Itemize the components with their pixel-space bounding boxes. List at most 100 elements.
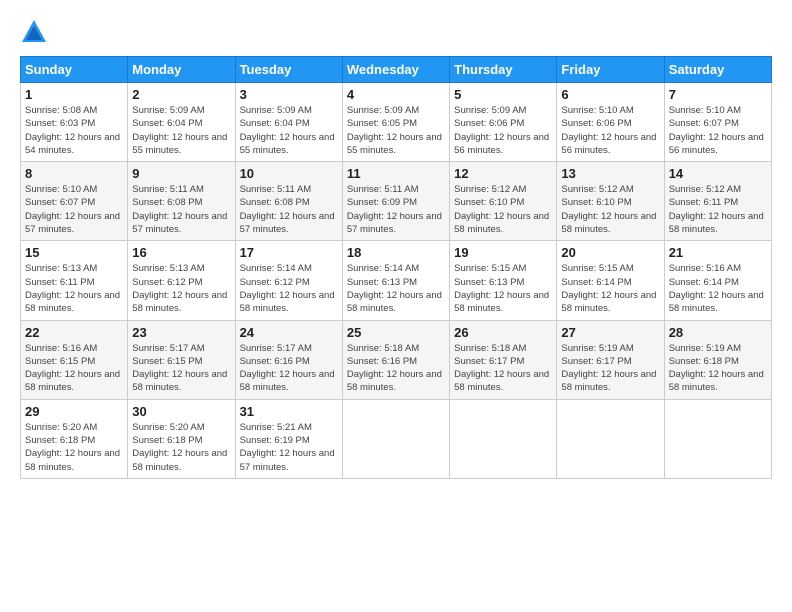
- day-number: 13: [561, 166, 659, 181]
- day-header-thursday: Thursday: [450, 57, 557, 83]
- day-info: Sunrise: 5:12 AMSunset: 6:11 PMDaylight:…: [669, 184, 764, 235]
- day-number: 21: [669, 245, 767, 260]
- day-cell: 17 Sunrise: 5:14 AMSunset: 6:12 PMDaylig…: [235, 241, 342, 320]
- day-info: Sunrise: 5:20 AMSunset: 6:18 PMDaylight:…: [132, 422, 227, 473]
- day-info: Sunrise: 5:19 AMSunset: 6:18 PMDaylight:…: [669, 343, 764, 394]
- day-cell: 29 Sunrise: 5:20 AMSunset: 6:18 PMDaylig…: [21, 399, 128, 478]
- day-number: 3: [240, 87, 338, 102]
- day-number: 29: [25, 404, 123, 419]
- day-number: 8: [25, 166, 123, 181]
- day-cell: 18 Sunrise: 5:14 AMSunset: 6:13 PMDaylig…: [342, 241, 449, 320]
- day-cell: 28 Sunrise: 5:19 AMSunset: 6:18 PMDaylig…: [664, 320, 771, 399]
- day-cell: 22 Sunrise: 5:16 AMSunset: 6:15 PMDaylig…: [21, 320, 128, 399]
- day-number: 28: [669, 325, 767, 340]
- day-number: 1: [25, 87, 123, 102]
- day-cell: [342, 399, 449, 478]
- day-cell: 15 Sunrise: 5:13 AMSunset: 6:11 PMDaylig…: [21, 241, 128, 320]
- day-info: Sunrise: 5:11 AMSunset: 6:09 PMDaylight:…: [347, 184, 442, 235]
- day-number: 9: [132, 166, 230, 181]
- day-header-monday: Monday: [128, 57, 235, 83]
- day-info: Sunrise: 5:09 AMSunset: 6:06 PMDaylight:…: [454, 105, 549, 156]
- day-number: 11: [347, 166, 445, 181]
- day-info: Sunrise: 5:10 AMSunset: 6:06 PMDaylight:…: [561, 105, 656, 156]
- day-number: 14: [669, 166, 767, 181]
- day-cell: [557, 399, 664, 478]
- day-number: 26: [454, 325, 552, 340]
- day-info: Sunrise: 5:17 AMSunset: 6:15 PMDaylight:…: [132, 343, 227, 394]
- day-number: 27: [561, 325, 659, 340]
- day-info: Sunrise: 5:13 AMSunset: 6:11 PMDaylight:…: [25, 263, 120, 314]
- day-header-wednesday: Wednesday: [342, 57, 449, 83]
- day-cell: 13 Sunrise: 5:12 AMSunset: 6:10 PMDaylig…: [557, 162, 664, 241]
- day-info: Sunrise: 5:09 AMSunset: 6:05 PMDaylight:…: [347, 105, 442, 156]
- logo-icon: [20, 18, 48, 46]
- day-info: Sunrise: 5:16 AMSunset: 6:14 PMDaylight:…: [669, 263, 764, 314]
- day-number: 30: [132, 404, 230, 419]
- day-number: 31: [240, 404, 338, 419]
- day-info: Sunrise: 5:10 AMSunset: 6:07 PMDaylight:…: [669, 105, 764, 156]
- day-cell: 11 Sunrise: 5:11 AMSunset: 6:09 PMDaylig…: [342, 162, 449, 241]
- day-cell: 16 Sunrise: 5:13 AMSunset: 6:12 PMDaylig…: [128, 241, 235, 320]
- day-info: Sunrise: 5:20 AMSunset: 6:18 PMDaylight:…: [25, 422, 120, 473]
- week-row-5: 29 Sunrise: 5:20 AMSunset: 6:18 PMDaylig…: [21, 399, 772, 478]
- day-cell: 4 Sunrise: 5:09 AMSunset: 6:05 PMDayligh…: [342, 83, 449, 162]
- day-info: Sunrise: 5:18 AMSunset: 6:17 PMDaylight:…: [454, 343, 549, 394]
- day-info: Sunrise: 5:15 AMSunset: 6:13 PMDaylight:…: [454, 263, 549, 314]
- day-cell: [450, 399, 557, 478]
- day-cell: 8 Sunrise: 5:10 AMSunset: 6:07 PMDayligh…: [21, 162, 128, 241]
- day-info: Sunrise: 5:14 AMSunset: 6:13 PMDaylight:…: [347, 263, 442, 314]
- day-cell: 5 Sunrise: 5:09 AMSunset: 6:06 PMDayligh…: [450, 83, 557, 162]
- day-number: 22: [25, 325, 123, 340]
- day-cell: 19 Sunrise: 5:15 AMSunset: 6:13 PMDaylig…: [450, 241, 557, 320]
- day-number: 7: [669, 87, 767, 102]
- day-cell: [664, 399, 771, 478]
- week-row-2: 8 Sunrise: 5:10 AMSunset: 6:07 PMDayligh…: [21, 162, 772, 241]
- day-info: Sunrise: 5:14 AMSunset: 6:12 PMDaylight:…: [240, 263, 335, 314]
- day-header-tuesday: Tuesday: [235, 57, 342, 83]
- day-cell: 14 Sunrise: 5:12 AMSunset: 6:11 PMDaylig…: [664, 162, 771, 241]
- day-info: Sunrise: 5:15 AMSunset: 6:14 PMDaylight:…: [561, 263, 656, 314]
- day-info: Sunrise: 5:19 AMSunset: 6:17 PMDaylight:…: [561, 343, 656, 394]
- day-header-sunday: Sunday: [21, 57, 128, 83]
- calendar-header: SundayMondayTuesdayWednesdayThursdayFrid…: [21, 57, 772, 83]
- day-info: Sunrise: 5:18 AMSunset: 6:16 PMDaylight:…: [347, 343, 442, 394]
- page: SundayMondayTuesdayWednesdayThursdayFrid…: [0, 0, 792, 489]
- day-cell: 9 Sunrise: 5:11 AMSunset: 6:08 PMDayligh…: [128, 162, 235, 241]
- day-info: Sunrise: 5:17 AMSunset: 6:16 PMDaylight:…: [240, 343, 335, 394]
- week-row-3: 15 Sunrise: 5:13 AMSunset: 6:11 PMDaylig…: [21, 241, 772, 320]
- day-number: 19: [454, 245, 552, 260]
- day-info: Sunrise: 5:21 AMSunset: 6:19 PMDaylight:…: [240, 422, 335, 473]
- day-cell: 20 Sunrise: 5:15 AMSunset: 6:14 PMDaylig…: [557, 241, 664, 320]
- day-number: 15: [25, 245, 123, 260]
- day-number: 24: [240, 325, 338, 340]
- day-info: Sunrise: 5:11 AMSunset: 6:08 PMDaylight:…: [132, 184, 227, 235]
- day-number: 4: [347, 87, 445, 102]
- week-row-4: 22 Sunrise: 5:16 AMSunset: 6:15 PMDaylig…: [21, 320, 772, 399]
- day-number: 2: [132, 87, 230, 102]
- day-info: Sunrise: 5:13 AMSunset: 6:12 PMDaylight:…: [132, 263, 227, 314]
- day-number: 18: [347, 245, 445, 260]
- day-info: Sunrise: 5:09 AMSunset: 6:04 PMDaylight:…: [132, 105, 227, 156]
- day-cell: 27 Sunrise: 5:19 AMSunset: 6:17 PMDaylig…: [557, 320, 664, 399]
- day-info: Sunrise: 5:11 AMSunset: 6:08 PMDaylight:…: [240, 184, 335, 235]
- logo: [20, 18, 52, 46]
- day-number: 5: [454, 87, 552, 102]
- day-cell: 31 Sunrise: 5:21 AMSunset: 6:19 PMDaylig…: [235, 399, 342, 478]
- day-number: 6: [561, 87, 659, 102]
- header: [20, 18, 772, 46]
- day-info: Sunrise: 5:09 AMSunset: 6:04 PMDaylight:…: [240, 105, 335, 156]
- day-number: 23: [132, 325, 230, 340]
- day-info: Sunrise: 5:12 AMSunset: 6:10 PMDaylight:…: [454, 184, 549, 235]
- day-cell: 2 Sunrise: 5:09 AMSunset: 6:04 PMDayligh…: [128, 83, 235, 162]
- day-info: Sunrise: 5:16 AMSunset: 6:15 PMDaylight:…: [25, 343, 120, 394]
- day-cell: 12 Sunrise: 5:12 AMSunset: 6:10 PMDaylig…: [450, 162, 557, 241]
- day-header-saturday: Saturday: [664, 57, 771, 83]
- day-cell: 25 Sunrise: 5:18 AMSunset: 6:16 PMDaylig…: [342, 320, 449, 399]
- calendar-table: SundayMondayTuesdayWednesdayThursdayFrid…: [20, 56, 772, 479]
- header-row: SundayMondayTuesdayWednesdayThursdayFrid…: [21, 57, 772, 83]
- day-info: Sunrise: 5:12 AMSunset: 6:10 PMDaylight:…: [561, 184, 656, 235]
- day-cell: 3 Sunrise: 5:09 AMSunset: 6:04 PMDayligh…: [235, 83, 342, 162]
- day-cell: 6 Sunrise: 5:10 AMSunset: 6:06 PMDayligh…: [557, 83, 664, 162]
- day-number: 12: [454, 166, 552, 181]
- day-info: Sunrise: 5:10 AMSunset: 6:07 PMDaylight:…: [25, 184, 120, 235]
